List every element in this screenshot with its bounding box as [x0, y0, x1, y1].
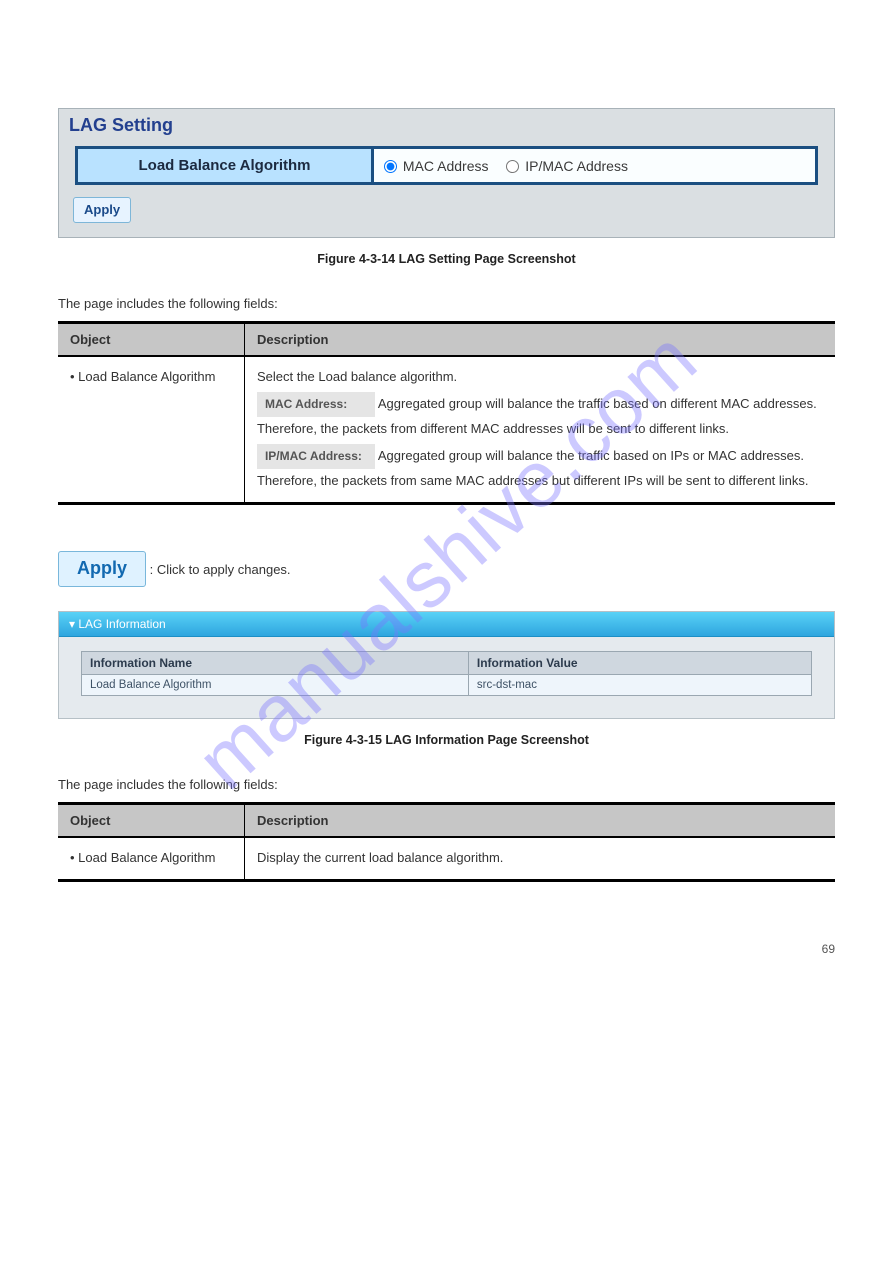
desc2-lead: The page includes the following fields: [58, 777, 835, 792]
lag-setting-panel: LAG Setting Load Balance Algorithm MAC A… [58, 108, 835, 238]
lag-information-title: ▾ LAG Information [59, 612, 834, 637]
desc2-description-cell: Display the current load balance algorit… [244, 837, 835, 880]
desc2-header-description: Description [244, 803, 835, 837]
desc2-object-cell: • Load Balance Algorithm [58, 837, 244, 880]
desc1-ipmac-heading: IP/MAC Address: [257, 444, 375, 469]
desc1-header-description: Description [244, 323, 835, 357]
desc2-table: Object Description • Load Balance Algori… [58, 802, 835, 882]
lag-information-table: Information Name Information Value Load … [81, 651, 812, 696]
radio-ipmac-address-label[interactable]: IP/MAC Address [506, 158, 628, 174]
desc2-header-object: Object [58, 803, 244, 837]
desc1-mac-heading: MAC Address: [257, 392, 375, 417]
lag-information-panel: ▾ LAG Information Information Name Infor… [58, 611, 835, 719]
apply-button-small[interactable]: Apply [73, 197, 131, 223]
section-heading-bar [58, 60, 835, 98]
figure-4-3-15-caption: Figure 4-3-15 LAG Information Page Scree… [58, 733, 835, 747]
apply-button-large[interactable]: Apply [58, 551, 146, 587]
lag-info-header-name: Information Name [82, 651, 469, 674]
lag-info-row-name: Load Balance Algorithm [82, 674, 469, 695]
apply-note: : Click to apply changes. [150, 562, 291, 577]
row-value-load-balance: MAC Address IP/MAC Address [373, 148, 817, 184]
desc1-description-cell: Select the Load balance algorithm. MAC A… [244, 356, 835, 503]
desc1-lead: The page includes the following fields: [58, 296, 835, 311]
lag-setting-table: Load Balance Algorithm MAC Address IP/MA… [75, 146, 818, 185]
figure-4-3-14-caption: Figure 4-3-14 LAG Setting Page Screensho… [58, 252, 835, 266]
lag-info-row-value: src-dst-mac [468, 674, 811, 695]
radio-ipmac-address[interactable] [506, 160, 519, 173]
desc1-header-object: Object [58, 323, 244, 357]
row-label-load-balance: Load Balance Algorithm [77, 148, 373, 184]
buttons-row: Apply : Click to apply changes. [58, 525, 835, 591]
radio-mac-address[interactable] [384, 160, 397, 173]
desc1-intro: Select the Load balance algorithm. [257, 369, 457, 384]
desc1-table: Object Description • Load Balance Algori… [58, 321, 835, 505]
radio-mac-address-text: MAC Address [403, 158, 489, 174]
radio-mac-address-label[interactable]: MAC Address [384, 158, 492, 174]
lag-setting-title: LAG Setting [59, 109, 834, 142]
lag-info-header-value: Information Value [468, 651, 811, 674]
radio-ipmac-address-text: IP/MAC Address [525, 158, 628, 174]
desc1-object-cell: • Load Balance Algorithm [58, 356, 244, 503]
page-number: 69 [58, 942, 835, 956]
